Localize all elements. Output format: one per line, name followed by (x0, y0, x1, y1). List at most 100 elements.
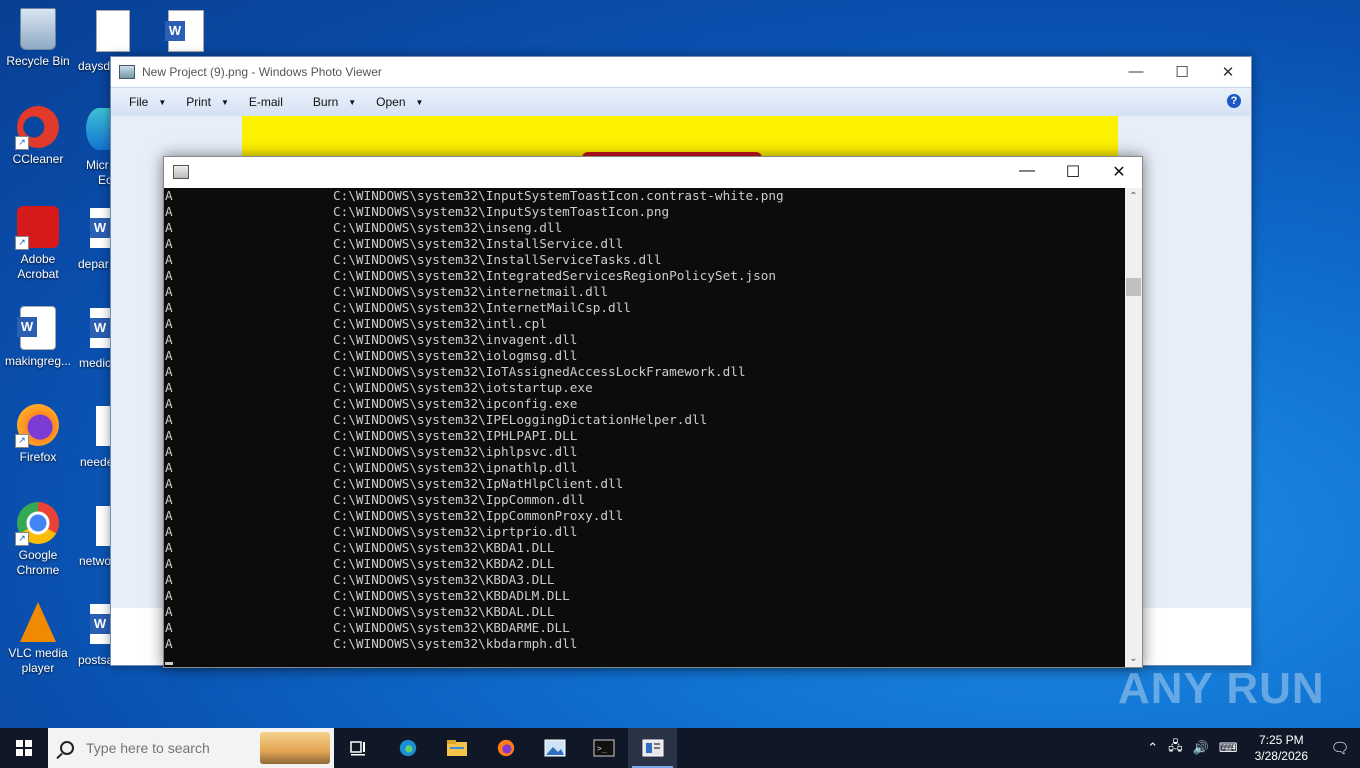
taskbar-edge[interactable] (383, 728, 432, 768)
shortcut-arrow-icon: ↗ (15, 236, 29, 250)
edge-icon (399, 739, 416, 757)
console-line: A C:\WINDOWS\system32\InstallServiceTasks… (164, 252, 1125, 268)
menu-email[interactable]: E-mail (239, 95, 293, 109)
console-titlebar[interactable]: — ☐ ✕ (164, 157, 1142, 187)
menu-burn[interactable]: Burn ▼ (293, 95, 366, 109)
console-line: A C:\WINDOWS\system32\InputSystemToastIco… (164, 204, 1125, 220)
file-path: C:\WINDOWS\system32\KBDA1.DLL (333, 540, 555, 555)
task-view-button[interactable] (334, 728, 383, 768)
taskbar-cmd[interactable]: >_ (579, 728, 628, 768)
help-icon[interactable]: ? (1227, 94, 1241, 108)
file-attribute: A (165, 572, 173, 587)
console-scrollbar[interactable]: ⌃ ⌄ (1125, 188, 1142, 667)
console-line: A C:\WINDOWS\system32\IntegratedServicesR… (164, 268, 1125, 284)
desktop-icon-postsa[interactable]: W (90, 604, 110, 644)
file-path: C:\WINDOWS\system32\IoTAssignedAccessLoc… (333, 364, 746, 379)
console-line: A C:\WINDOWS\system32\IPHLPAPI.DLL (164, 428, 1125, 444)
system-tray: ⌃ 🖧 🔊 ⌨ 7:25 PM 3/28/2026 🗨 (1142, 728, 1360, 768)
file-attribute: A (165, 476, 173, 491)
desktop-icon-neede[interactable] (96, 406, 110, 446)
desktop-icon-adobe-acrobat[interactable]: ↗ Adobe Acrobat (0, 206, 76, 282)
shortcut-arrow-icon: ↗ (15, 532, 29, 546)
desktop-icon-edge-partial[interactable] (86, 108, 112, 150)
taskbar-file-explorer[interactable] (432, 728, 481, 768)
taskbar-search[interactable] (48, 728, 334, 768)
maximize-button[interactable]: ☐ (1159, 63, 1205, 81)
window-title: New Project (9).png - Windows Photo View… (142, 65, 382, 79)
console-line: A C:\WINDOWS\system32\IppCommon.dll (164, 492, 1125, 508)
menu-label: Open (376, 95, 406, 109)
search-icon (60, 741, 74, 755)
file-path: C:\WINDOWS\system32\KBDARME.DLL (333, 620, 570, 635)
file-path: C:\WINDOWS\system32\ipconfig.exe (333, 396, 578, 411)
menu-open[interactable]: Open ▼ (366, 95, 433, 109)
desktop-icon-depar[interactable]: W (90, 208, 110, 248)
maximize-button[interactable]: ☐ (1050, 162, 1096, 182)
desktop-icon-netwo[interactable] (96, 506, 110, 546)
desktop-icon-vlc[interactable]: VLC media player (0, 602, 76, 676)
taskbar-photo-viewer-active[interactable] (628, 728, 677, 768)
network-icon[interactable]: 🖧 (1163, 737, 1188, 759)
acrobat-icon: ↗ (15, 206, 59, 250)
desktop-icon-daysd[interactable] (96, 10, 130, 52)
file-path: C:\WINDOWS\system32\ipnathlp.dll (333, 460, 578, 475)
desktop-icon-recycle-bin[interactable]: Recycle Bin (0, 8, 76, 69)
photo-viewer-icon (119, 65, 135, 79)
file-attribute: A (165, 540, 173, 555)
console-line: A C:\WINDOWS\system32\ipconfig.exe (164, 396, 1125, 412)
file-path: C:\WINDOWS\system32\IpNatHlpClient.dll (333, 476, 624, 491)
menu-file[interactable]: File ▼ (111, 95, 176, 109)
clock[interactable]: 7:25 PM 3/28/2026 (1243, 732, 1320, 764)
search-input[interactable] (84, 739, 258, 757)
dropdown-arrow-icon: ▼ (415, 97, 424, 107)
desktop-icon-label: Recycle Bin (6, 54, 70, 68)
word-doc-icon: W (165, 21, 185, 41)
dropdown-arrow-icon: ▼ (220, 97, 229, 107)
shortcut-arrow-icon: ↗ (15, 434, 29, 448)
notification-icon[interactable]: 🗨 (1320, 739, 1360, 757)
desktop-icon-word[interactable]: W (165, 10, 204, 52)
file-attribute: A (165, 204, 173, 219)
console-line: A C:\WINDOWS\system32\InternetMailCsp.dll (164, 300, 1125, 316)
file-attribute: A (165, 220, 173, 235)
desktop-icon-makingreg[interactable]: W makingreg... (0, 306, 76, 369)
chrome-icon: ↗ (15, 502, 59, 546)
menu-print[interactable]: Print ▼ (176, 95, 239, 109)
menu-label: Print (186, 95, 211, 109)
desktop-icon-google-chrome[interactable]: ↗ Google Chrome (0, 502, 76, 578)
file-explorer-icon (446, 740, 467, 756)
desktop-icon-medic[interactable]: W (90, 308, 110, 348)
desktop-icon-firefox[interactable]: ↗ Firefox (0, 404, 76, 465)
firefox-icon: ↗ (15, 404, 59, 448)
scrollbar-thumb[interactable] (1126, 278, 1141, 296)
console-window[interactable]: — ☐ ✕ A C:\WINDOWS\system32\InputSystemTo… (163, 156, 1143, 668)
keyboard-ime-icon[interactable]: ⌨ (1214, 740, 1243, 756)
taskbar-firefox[interactable] (481, 728, 530, 768)
file-path: C:\WINDOWS\system32\IppCommon.dll (333, 492, 586, 507)
file-attribute: A (165, 300, 173, 315)
console-line: A C:\WINDOWS\system32\internetmail.dll (164, 284, 1125, 300)
desktop-icon-ccleaner[interactable]: ↗ CCleaner (0, 106, 76, 167)
taskbar-photo-viewer[interactable] (530, 728, 579, 768)
file-attribute: A (165, 236, 173, 251)
file-path: C:\WINDOWS\system32\InputSystemToastIcon… (333, 204, 670, 219)
file-path: C:\WINDOWS\system32\kbdarmph.dll (333, 636, 578, 651)
chevron-up-icon[interactable]: ⌃ (1142, 740, 1163, 756)
close-button[interactable]: ✕ (1205, 63, 1251, 81)
start-button[interactable] (0, 728, 48, 768)
photo-viewer-icon (544, 739, 565, 757)
volume-icon[interactable]: 🔊 (1188, 740, 1214, 756)
minimize-button[interactable]: — (1004, 162, 1050, 182)
console-app-icon (173, 165, 189, 179)
taskbar: >_ ⌃ 🖧 🔊 ⌨ 7:25 PM 3/28/2026 🗨 (0, 728, 1360, 768)
scroll-up-icon[interactable]: ⌃ (1125, 188, 1142, 205)
file-path: C:\WINDOWS\system32\internetmail.dll (333, 284, 608, 299)
console-output[interactable]: A C:\WINDOWS\system32\InputSystemToastIco… (164, 188, 1125, 667)
console-line: A C:\WINDOWS\system32\invagent.dll (164, 332, 1125, 348)
close-button[interactable]: ✕ (1096, 162, 1142, 182)
photo-viewer-titlebar[interactable]: New Project (9).png - Windows Photo View… (111, 57, 1251, 87)
console-line: A C:\WINDOWS\system32\inseng.dll (164, 220, 1125, 236)
minimize-button[interactable]: — (1113, 63, 1159, 81)
file-attribute: A (165, 444, 173, 459)
menu-label: E-mail (248, 95, 283, 109)
